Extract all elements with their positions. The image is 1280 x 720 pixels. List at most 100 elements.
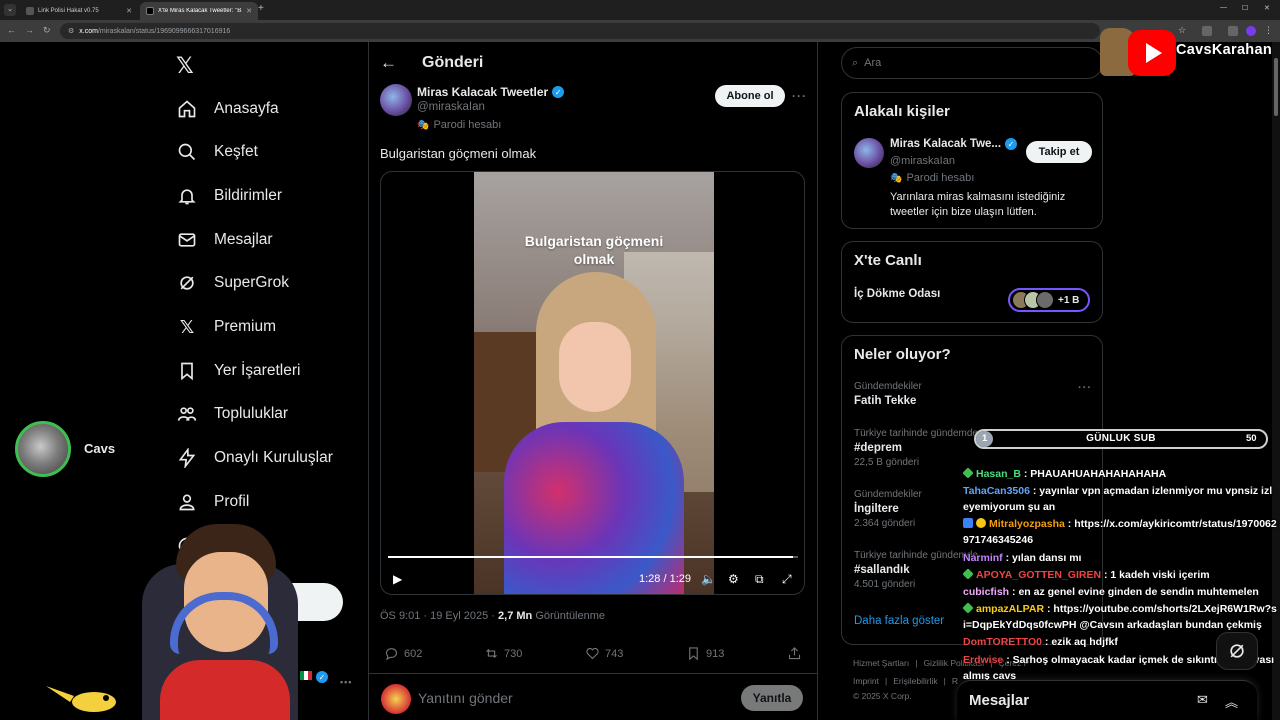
minimize-icon[interactable]: —	[1220, 4, 1227, 11]
related-avatar[interactable]	[854, 138, 884, 168]
scrollbar-thumb[interactable]	[1274, 58, 1278, 116]
site-info-icon[interactable]: ⚙	[68, 27, 74, 35]
fullscreen-icon[interactable]: ⤢	[782, 572, 792, 587]
messages-drawer[interactable]: Mesajlar ✉ ︽	[957, 680, 1257, 720]
grok-icon	[176, 272, 198, 294]
trend-item[interactable]: Gündemdekiler İngiltere 2.364 gönderi	[854, 489, 922, 529]
bookmark-action[interactable]: 913	[686, 646, 724, 661]
live-room-name[interactable]: İç Dökme Odası	[854, 288, 940, 300]
nav-item-explore[interactable]: Keşfet	[176, 137, 258, 167]
nav-item-notifications[interactable]: Bildirimler	[176, 181, 282, 211]
close-icon[interactable]: ✕	[246, 7, 252, 15]
video-caption: Bulgaristan göçmeni olmak	[524, 233, 664, 267]
chat-username: APOYA_GOTTEN_GIREN	[976, 568, 1102, 581]
chat-message: APOYA_GOTTEN_GIREN : 1 kadeh viski içeri…	[962, 567, 1277, 583]
tweet-text: Bulgaristan göçmeni olmak	[380, 146, 537, 161]
tab-search-button[interactable]: ⌄	[4, 4, 16, 16]
chat-message: Mitralyozpasha : https://x.com/aykiricom…	[963, 518, 1277, 547]
nav-item-home[interactable]: Anasayfa	[176, 94, 279, 124]
trend-item[interactable]: Türkiye tarihinde gündemde #deprem 22,5 …	[854, 428, 978, 468]
browser-tab-2[interactable]: X'te Miras Kalacak Tweetler: "B... ✕	[140, 2, 258, 20]
new-tab-button[interactable]: +	[258, 3, 264, 14]
x-premium-icon: 𝕏	[179, 316, 195, 337]
grok-icon	[1230, 644, 1244, 658]
back-icon[interactable]: ←	[7, 25, 16, 35]
close-window-icon[interactable]: ✕	[1264, 4, 1270, 12]
sub-goal-bar: GÜNLUK SUB 1 50	[974, 429, 1268, 449]
post-more-icon[interactable]: ···	[792, 89, 807, 103]
nav-item-supergrok[interactable]: SuperGrok	[176, 268, 289, 298]
browser-tab-1[interactable]: Link Polisi Hakat v0.75 ✕	[20, 2, 138, 20]
volume-icon[interactable]: 🔈	[701, 572, 716, 586]
reply-input[interactable]: Yanıtını gönder	[418, 690, 513, 706]
footer-link[interactable]: R	[952, 676, 958, 686]
verified-icon: ✓	[316, 671, 328, 683]
search-input[interactable]: ⌕ Ara	[841, 47, 1103, 79]
author-handle[interactable]: @miraskaIan	[417, 101, 485, 113]
mail-icon	[176, 229, 198, 251]
new-message-icon[interactable]: ✉	[1197, 692, 1208, 708]
subscribe-button[interactable]: Abone ol	[715, 85, 785, 107]
follow-button[interactable]: Takip et	[1026, 141, 1092, 163]
video-frame: Bulgaristan göçmeni olmak	[474, 172, 714, 594]
share-action[interactable]	[787, 646, 802, 661]
nav-item-verified-orgs[interactable]: Onaylı Kuruluşlar	[176, 443, 333, 473]
nav-item-premium[interactable]: 𝕏 Premium	[176, 312, 276, 342]
footer-links: Imprint | Erişilebilirlik | R	[853, 676, 958, 686]
x-favicon	[146, 7, 154, 15]
nav-item-label: Premium	[214, 318, 277, 335]
address-bar[interactable]: ⚙ x.com/miraskalan/status/19690996663170…	[60, 23, 1100, 39]
trend-more-icon[interactable]: ···	[1078, 382, 1092, 394]
extension-icon[interactable]	[1228, 26, 1238, 36]
account-more-icon[interactable]: •••	[340, 677, 352, 687]
back-arrow-icon[interactable]: ←	[380, 53, 397, 73]
bookmark-count: 913	[706, 647, 725, 660]
related-handle[interactable]: @miraskaIan	[890, 155, 955, 167]
reload-icon[interactable]: ↻	[43, 25, 51, 36]
people-icon	[176, 403, 198, 425]
bookmark-star-icon[interactable]: ☆	[1178, 25, 1186, 36]
maximize-icon[interactable]: ☐	[1242, 4, 1248, 12]
picture-in-picture-icon[interactable]: ⧉	[755, 572, 764, 587]
play-icon[interactable]: ▶	[393, 572, 402, 586]
live-listeners-pill[interactable]: +1 B	[1008, 288, 1090, 312]
grok-button[interactable]	[1216, 632, 1258, 670]
settings-gear-icon[interactable]: ⚙	[728, 572, 739, 586]
card-title: Alakalı kişiler	[854, 103, 950, 120]
forward-icon[interactable]: →	[25, 25, 34, 35]
browser-menu-icon[interactable]: ⋮	[1264, 25, 1273, 36]
show-more-link[interactable]: Daha fazla göster	[854, 615, 944, 627]
tab-title: X'te Miras Kalacak Tweetler: "B...	[158, 8, 243, 14]
mask-icon: 🎭	[417, 119, 430, 131]
extension-icon[interactable]	[1202, 26, 1212, 36]
trend-item[interactable]: Türkiye tarihinde gündemde #sallandık 4.…	[854, 550, 978, 590]
profile-icon[interactable]	[1246, 26, 1256, 36]
repost-count: 730	[504, 647, 523, 660]
nav-item-communities[interactable]: Topluluklar	[176, 399, 288, 429]
chat-text: PHAUAHUAHAHAHAHAHA	[1030, 468, 1167, 480]
related-name[interactable]: Miras Kalacak Twe... ✓	[890, 138, 1018, 150]
nav-item-messages[interactable]: Mesajlar	[176, 225, 273, 255]
footer-link[interactable]: Imprint	[853, 676, 879, 686]
person-icon	[176, 491, 198, 513]
like-action[interactable]: 743	[585, 646, 623, 661]
chevron-up-icon[interactable]: ︽	[1225, 692, 1238, 711]
streamer-avatar-overlay	[140, 512, 308, 720]
user-avatar[interactable]	[381, 684, 411, 714]
video-progress-bar[interactable]	[388, 556, 798, 558]
nav-item-label: Onaylı Kuruluşlar	[214, 449, 333, 466]
footer-link[interactable]: Hizmet Şartları	[853, 658, 909, 668]
video-player[interactable]: Bulgaristan göçmeni olmak ▶ 1:28 / 1:29 …	[380, 171, 805, 595]
home-icon	[176, 98, 198, 120]
close-icon[interactable]: ✕	[126, 7, 132, 15]
author-avatar[interactable]	[380, 84, 412, 116]
trend-item[interactable]: Gündemdekiler Fatih Tekke	[854, 381, 922, 407]
repost-action[interactable]: 730	[484, 646, 522, 661]
chat-username: TahaCan3506	[963, 485, 1030, 498]
x-logo-icon[interactable]: 𝕏	[176, 53, 194, 79]
reply-button[interactable]: Yanıtla	[741, 685, 803, 711]
reply-action[interactable]: 602	[384, 646, 422, 661]
nav-item-bookmarks[interactable]: Yer İşaretleri	[176, 356, 300, 386]
footer-link[interactable]: Erişilebilirlik	[893, 676, 937, 686]
author-name[interactable]: Miras Kalacak Tweetler ✓	[417, 85, 565, 99]
